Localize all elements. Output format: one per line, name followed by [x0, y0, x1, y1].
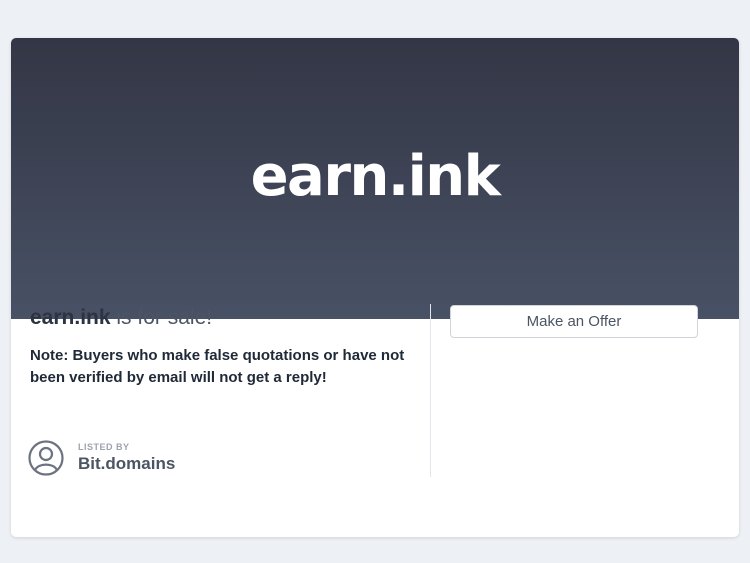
sale-domain-name: earn.ink	[30, 306, 111, 329]
listed-by-text: LISTED BY Bit.domains	[78, 442, 175, 475]
hero-banner: earn.ink	[11, 38, 739, 319]
buyer-note: Note: Buyers who make false quotations o…	[30, 347, 405, 386]
sale-info: earn.ink is for sale! Note: Buyers who m…	[30, 303, 425, 389]
sale-heading: earn.ink is for sale!	[30, 303, 425, 333]
hero-domain-title: earn.ink	[250, 144, 501, 209]
sale-suffix: is for sale!	[110, 306, 213, 329]
listed-by: LISTED BY Bit.domains	[28, 440, 175, 476]
vertical-divider	[430, 304, 431, 477]
listed-by-label: LISTED BY	[78, 441, 130, 452]
listed-by-name[interactable]: Bit.domains	[78, 453, 175, 475]
make-offer-button[interactable]: Make an Offer	[450, 305, 698, 338]
user-circle-icon	[28, 440, 64, 476]
